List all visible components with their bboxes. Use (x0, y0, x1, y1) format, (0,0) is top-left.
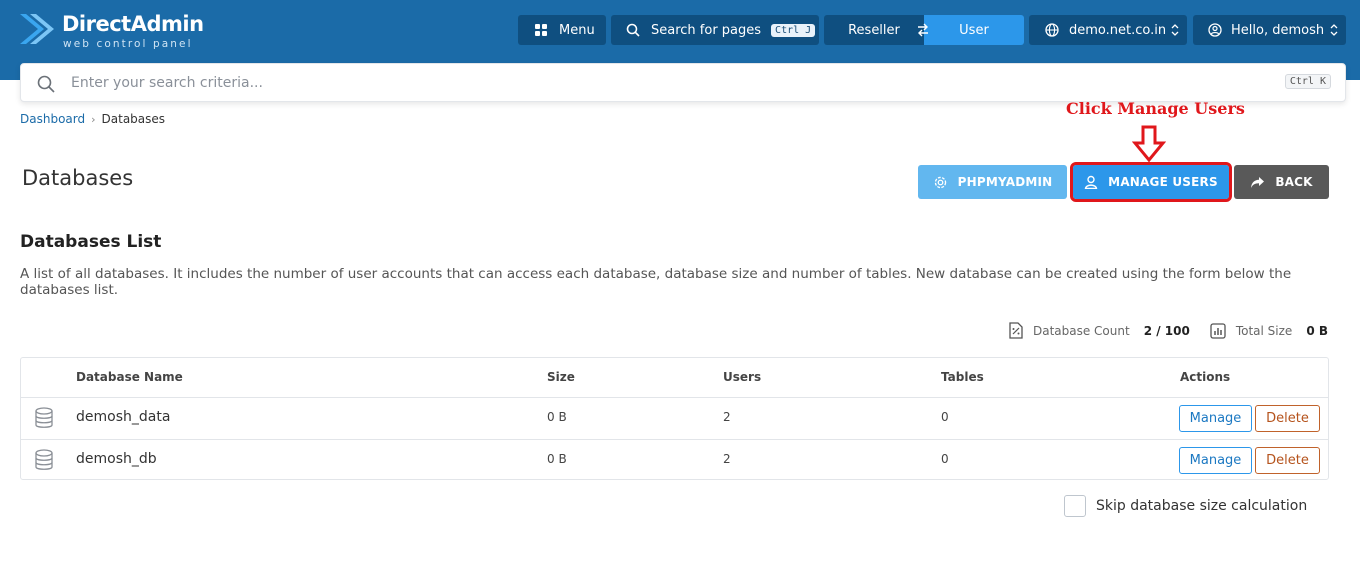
table-header: Database Name Size Users Tables Actions (21, 358, 1328, 398)
chart-icon (1210, 322, 1226, 339)
annotation-text: Click Manage Users (1066, 99, 1245, 118)
header-size[interactable]: Size (547, 370, 575, 384)
globe-icon (1045, 23, 1059, 37)
swap-icon (918, 23, 928, 37)
skip-size-checkbox[interactable] (1064, 495, 1086, 517)
breadcrumb-current: Databases (101, 112, 166, 126)
skip-size-label: Skip database size calculation (1096, 498, 1308, 514)
search-pages-button[interactable]: Search for pages Ctrl J (611, 15, 819, 45)
search-shortcut: Ctrl K (1284, 74, 1331, 89)
databases-table: Database Name Size Users Tables Actions … (20, 357, 1329, 480)
breadcrumb-dashboard[interactable]: Dashboard (20, 112, 85, 126)
database-count-value: 2 / 100 (1143, 323, 1190, 338)
search-icon (626, 23, 640, 37)
search-pages-label: Search for pages (651, 22, 762, 38)
database-stats: Database Count 2 / 100 Total Size 0 B (1009, 322, 1328, 339)
table-row: demosh_data 0 B 2 0 Manage Delete (21, 398, 1328, 439)
logo-title: DirectAdmin (62, 12, 204, 36)
global-search: Ctrl K (20, 63, 1346, 102)
database-count-label: Database Count (1032, 323, 1130, 338)
role-toggle[interactable]: Reseller User (824, 15, 1024, 45)
section-description: A list of all databases. It includes the… (20, 266, 1292, 298)
database-tables: 0 (941, 410, 949, 424)
breadcrumb: Dashboard › Databases (20, 112, 165, 126)
database-users: 2 (723, 452, 731, 466)
database-users: 2 (723, 410, 731, 424)
menu-button[interactable]: Menu (518, 15, 606, 45)
database-name[interactable]: demosh_data (76, 409, 170, 425)
user-icon (1084, 175, 1098, 189)
search-pages-shortcut: Ctrl J (771, 23, 816, 37)
menu-label: Menu (559, 22, 595, 38)
manage-button[interactable]: Manage (1179, 405, 1252, 432)
role-reseller-label: Reseller (848, 22, 900, 38)
header-tables[interactable]: Tables (941, 370, 984, 384)
gear-icon (934, 176, 946, 188)
database-tables: 0 (941, 452, 949, 466)
header-actions: Actions (1180, 370, 1231, 384)
manage-users-button[interactable]: MANAGE USERS (1070, 162, 1232, 202)
user-icon (1208, 23, 1222, 37)
database-count-icon (1009, 322, 1023, 339)
share-icon (1251, 176, 1265, 188)
skip-size-option[interactable]: Skip database size calculation (1064, 495, 1307, 517)
down-arrow-icon (1132, 125, 1166, 163)
search-input[interactable] (71, 72, 1251, 94)
role-user[interactable]: User (924, 15, 1024, 45)
role-reseller[interactable]: Reseller (824, 15, 924, 45)
table-row: demosh_db 0 B 2 0 Manage Delete (21, 439, 1328, 480)
chevron-updown-icon (1330, 24, 1338, 36)
delete-button[interactable]: Delete (1255, 447, 1320, 474)
database-size: 0 B (547, 410, 567, 424)
back-label: BACK (1275, 175, 1313, 189)
database-icon (35, 449, 53, 470)
logo-icon (20, 14, 54, 44)
manage-button[interactable]: Manage (1179, 447, 1252, 474)
user-menu[interactable]: Hello, demosh (1193, 15, 1346, 45)
delete-button[interactable]: Delete (1255, 405, 1320, 432)
role-user-label: User (959, 22, 989, 38)
manage-users-label: MANAGE USERS (1108, 175, 1218, 189)
section-title: Databases List (20, 232, 162, 252)
grid-icon (535, 24, 547, 36)
page-title: Databases (22, 166, 134, 190)
phpmyadmin-label: PHPMYADMIN (957, 175, 1053, 189)
domain-label: demo.net.co.in (1069, 22, 1167, 38)
total-size-value: 0 B (1306, 323, 1328, 338)
search-icon (37, 75, 55, 93)
back-button[interactable]: BACK (1234, 165, 1329, 199)
logo-subtitle: web control panel (63, 38, 193, 50)
greeting-label: Hello, demosh (1231, 22, 1325, 38)
chevron-updown-icon (1171, 24, 1179, 36)
total-size-label: Total Size (1235, 323, 1293, 338)
logo[interactable]: DirectAdmin web control panel (18, 8, 218, 50)
phpmyadmin-button[interactable]: PHPMYADMIN (918, 165, 1067, 199)
header-users[interactable]: Users (723, 370, 761, 384)
database-icon (35, 407, 53, 428)
header-database-name[interactable]: Database Name (76, 370, 183, 384)
database-name[interactable]: demosh_db (76, 451, 157, 467)
domain-selector[interactable]: demo.net.co.in (1029, 15, 1187, 45)
database-size: 0 B (547, 452, 567, 466)
breadcrumb-separator: › (91, 112, 96, 126)
